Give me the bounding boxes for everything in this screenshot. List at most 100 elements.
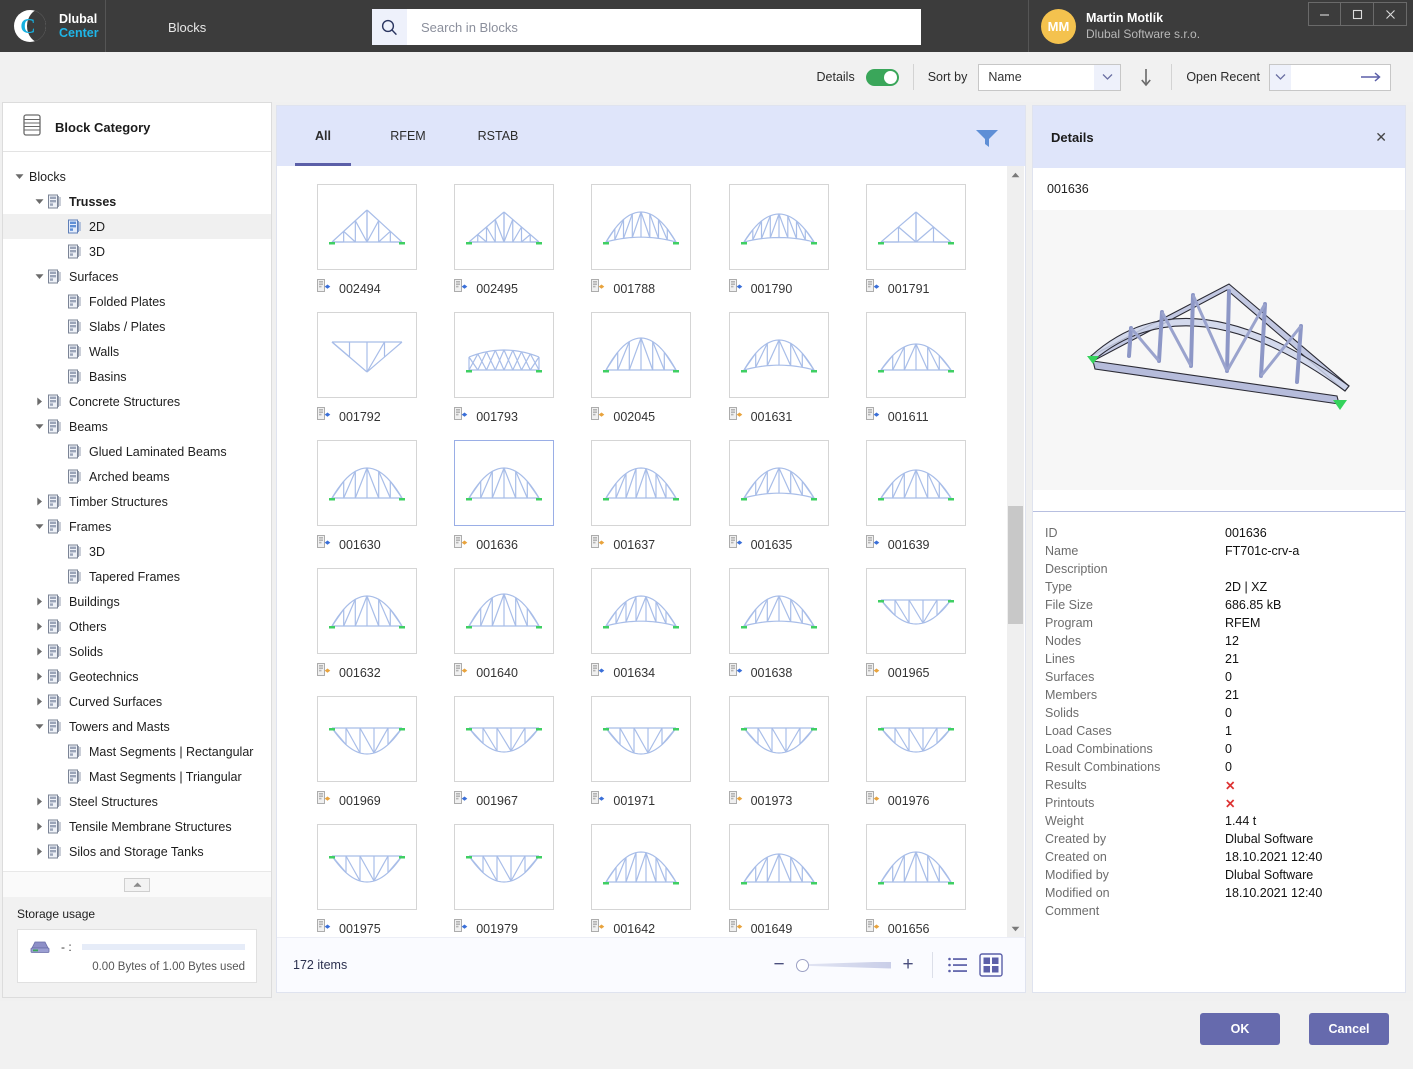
block-item[interactable]: 001973 [728,696,862,810]
chevron-right-icon[interactable] [31,614,47,639]
block-thumbnail[interactable] [865,312,966,398]
sidebar-item-timber-structures[interactable]: Timber Structures [3,489,271,514]
sidebar-item-glued-laminated-beams[interactable]: Glued Laminated Beams [3,439,271,464]
block-thumbnail[interactable] [454,184,555,270]
block-thumbnail[interactable] [317,312,417,398]
chevron-right-icon[interactable] [31,589,47,614]
block-item[interactable]: 001640 [454,568,587,682]
tab-all[interactable]: All [283,106,363,166]
block-thumbnail[interactable] [728,568,829,654]
sidebar-item-frames[interactable]: Frames [3,514,271,539]
sidebar-item-concrete-structures[interactable]: Concrete Structures [3,389,271,414]
filter-icon[interactable] [975,128,999,153]
sidebar-item-geotechnics[interactable]: Geotechnics [3,664,271,689]
chevron-right-icon[interactable] [31,689,47,714]
block-item[interactable]: 001642 [591,824,724,937]
sidebar-item-3d[interactable]: 3D [3,539,271,564]
sidebar-item-2d[interactable]: 2D [3,214,271,239]
cancel-button[interactable]: Cancel [1309,1013,1389,1045]
chevron-right-icon[interactable] [31,664,47,689]
grid-view-button[interactable] [979,953,1003,977]
block-thumbnail[interactable] [865,184,966,270]
block-item[interactable]: 001638 [728,568,862,682]
details-close-icon[interactable]: ✕ [1375,129,1387,146]
block-item[interactable]: 001975 [317,824,450,937]
sidebar-item-steel-structures[interactable]: Steel Structures [3,789,271,814]
block-thumbnail[interactable] [317,440,417,526]
block-thumbnail[interactable] [865,440,966,526]
chevron-right-icon[interactable] [31,789,47,814]
close-button[interactable] [1374,2,1407,26]
chevron-right-icon[interactable] [31,489,47,514]
sidebar-item-blocks[interactable]: Blocks [3,164,271,189]
block-thumbnail[interactable] [454,568,555,654]
block-item[interactable]: 001636 [454,440,587,554]
sidebar-item-folded-plates[interactable]: Folded Plates [3,289,271,314]
chevron-right-icon[interactable] [31,814,47,839]
list-view-button[interactable] [947,956,969,974]
block-thumbnail[interactable] [317,184,417,270]
block-thumbnail[interactable] [454,824,555,910]
block-item[interactable]: 001639 [865,440,999,554]
block-item[interactable]: 001967 [454,696,587,810]
chevron-down-icon[interactable] [31,414,47,439]
sidebar-item-trusses[interactable]: Trusses [3,189,271,214]
block-item[interactable]: 001792 [317,312,450,426]
sidebar-item-surfaces[interactable]: Surfaces [3,264,271,289]
block-thumbnail[interactable] [728,824,829,910]
block-item[interactable]: 002494 [317,184,450,298]
scrollbar-thumb[interactable] [1008,506,1023,624]
sidebar-item-beams[interactable]: Beams [3,414,271,439]
zoom-in-button[interactable]: + [898,954,918,976]
block-thumbnail[interactable] [591,568,692,654]
block-item[interactable]: 001969 [317,696,450,810]
block-item[interactable]: 001790 [728,184,862,298]
block-item[interactable]: 001971 [591,696,724,810]
block-item[interactable]: 001649 [728,824,862,937]
block-thumbnail[interactable] [317,696,417,782]
block-item[interactable]: 001979 [454,824,587,937]
block-thumbnail[interactable] [591,312,692,398]
block-item[interactable]: 001637 [591,440,724,554]
block-item[interactable]: 001976 [865,696,999,810]
block-thumbnail[interactable] [591,184,692,270]
block-item[interactable]: 002495 [454,184,587,298]
block-thumbnail[interactable] [454,696,555,782]
open-recent-go-icon[interactable] [1291,71,1390,83]
scroll-up-arrow[interactable] [1007,166,1024,183]
minimize-button[interactable] [1308,2,1341,26]
chevron-down-icon-recent[interactable] [1270,64,1291,90]
block-item[interactable]: 001656 [865,824,999,937]
sidebar-item-3d[interactable]: 3D [3,239,271,264]
chevron-right-icon[interactable] [31,389,47,414]
block-item[interactable]: 001611 [865,312,999,426]
sidebar-item-arched-beams[interactable]: Arched beams [3,464,271,489]
ok-button[interactable]: OK [1200,1013,1280,1045]
sidebar-item-basins[interactable]: Basins [3,364,271,389]
collapse-up-button[interactable] [124,877,150,892]
sidebar-item-slabs-plates[interactable]: Slabs / Plates [3,314,271,339]
sidebar-item-solids[interactable]: Solids [3,639,271,664]
sidebar-item-mast-segments-triangular[interactable]: Mast Segments | Triangular [3,764,271,789]
sidebar-item-tapered-frames[interactable]: Tapered Frames [3,564,271,589]
block-item[interactable]: 001635 [728,440,862,554]
zoom-slider-knob[interactable] [796,958,809,972]
sort-direction-button[interactable] [1135,64,1157,90]
block-item[interactable]: 001788 [591,184,724,298]
chevron-down-icon[interactable] [31,514,47,539]
block-thumbnail[interactable] [728,440,829,526]
block-item[interactable]: 002045 [591,312,724,426]
block-item[interactable]: 001634 [591,568,724,682]
sidebar-item-curved-surfaces[interactable]: Curved Surfaces [3,689,271,714]
user-account[interactable]: MM Martin Motlík Dlubal Software s.r.o. [1041,9,1200,44]
sidebar-item-tensile-membrane-structures[interactable]: Tensile Membrane Structures [3,814,271,839]
block-thumbnail[interactable] [454,440,555,526]
block-thumbnail[interactable] [728,184,829,270]
block-thumbnail[interactable] [591,696,692,782]
chevron-down-icon[interactable] [31,189,47,214]
maximize-button[interactable] [1341,2,1374,26]
chevron-down-icon[interactable] [11,164,27,189]
scroll-down-arrow[interactable] [1007,920,1024,937]
chevron-down-icon[interactable] [31,714,47,739]
block-thumbnail[interactable] [728,312,829,398]
